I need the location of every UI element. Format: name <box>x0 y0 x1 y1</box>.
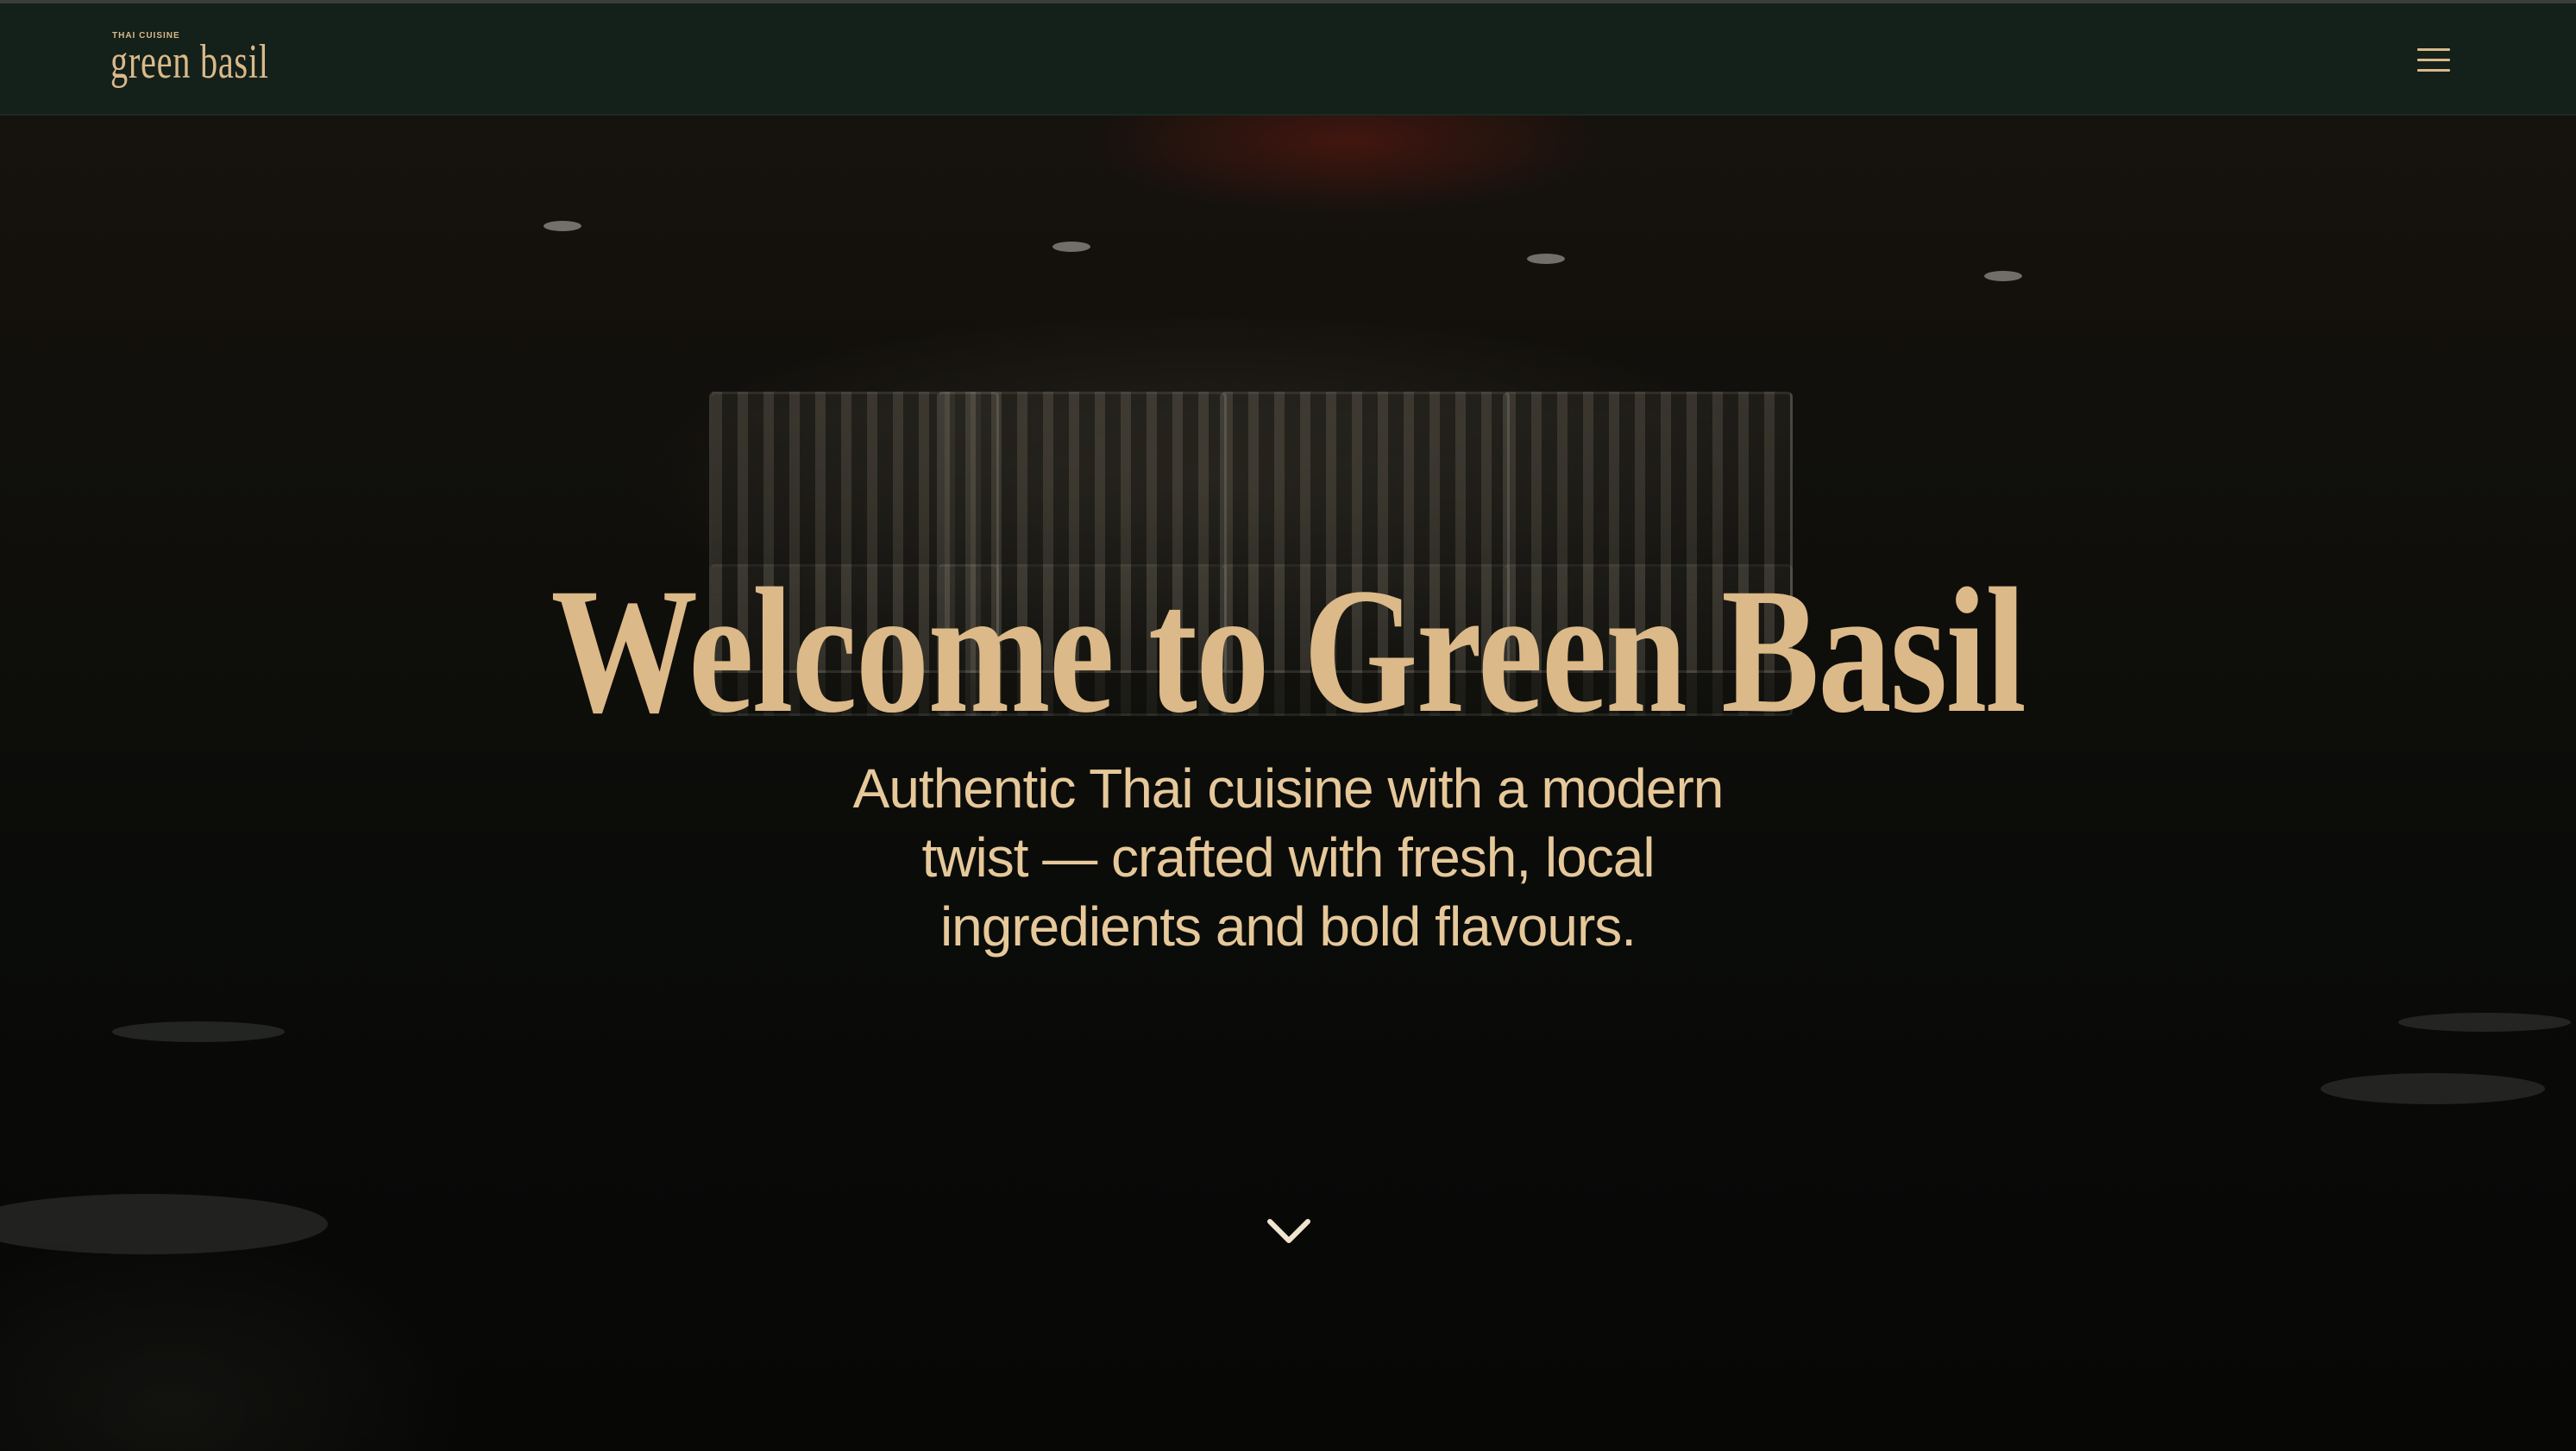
menu-line <box>2417 59 2450 61</box>
chevron-down-icon[interactable] <box>1261 1211 1316 1253</box>
logo-wordmark: green basil <box>110 35 269 89</box>
menu-line <box>2417 69 2450 72</box>
hero-subtitle: Authentic Thai cuisine with a modern twi… <box>852 757 1725 958</box>
logo[interactable]: THAI CUISINE green basil <box>110 29 268 91</box>
navbar: THAI CUISINE green basil <box>0 3 2576 116</box>
hamburger-menu-icon[interactable] <box>2407 38 2459 81</box>
menu-line <box>2417 48 2450 51</box>
hero-title: Welcome to Green Basil <box>550 551 2026 750</box>
hero-content: Welcome to Green Basil Authentic Thai cu… <box>0 556 2576 961</box>
